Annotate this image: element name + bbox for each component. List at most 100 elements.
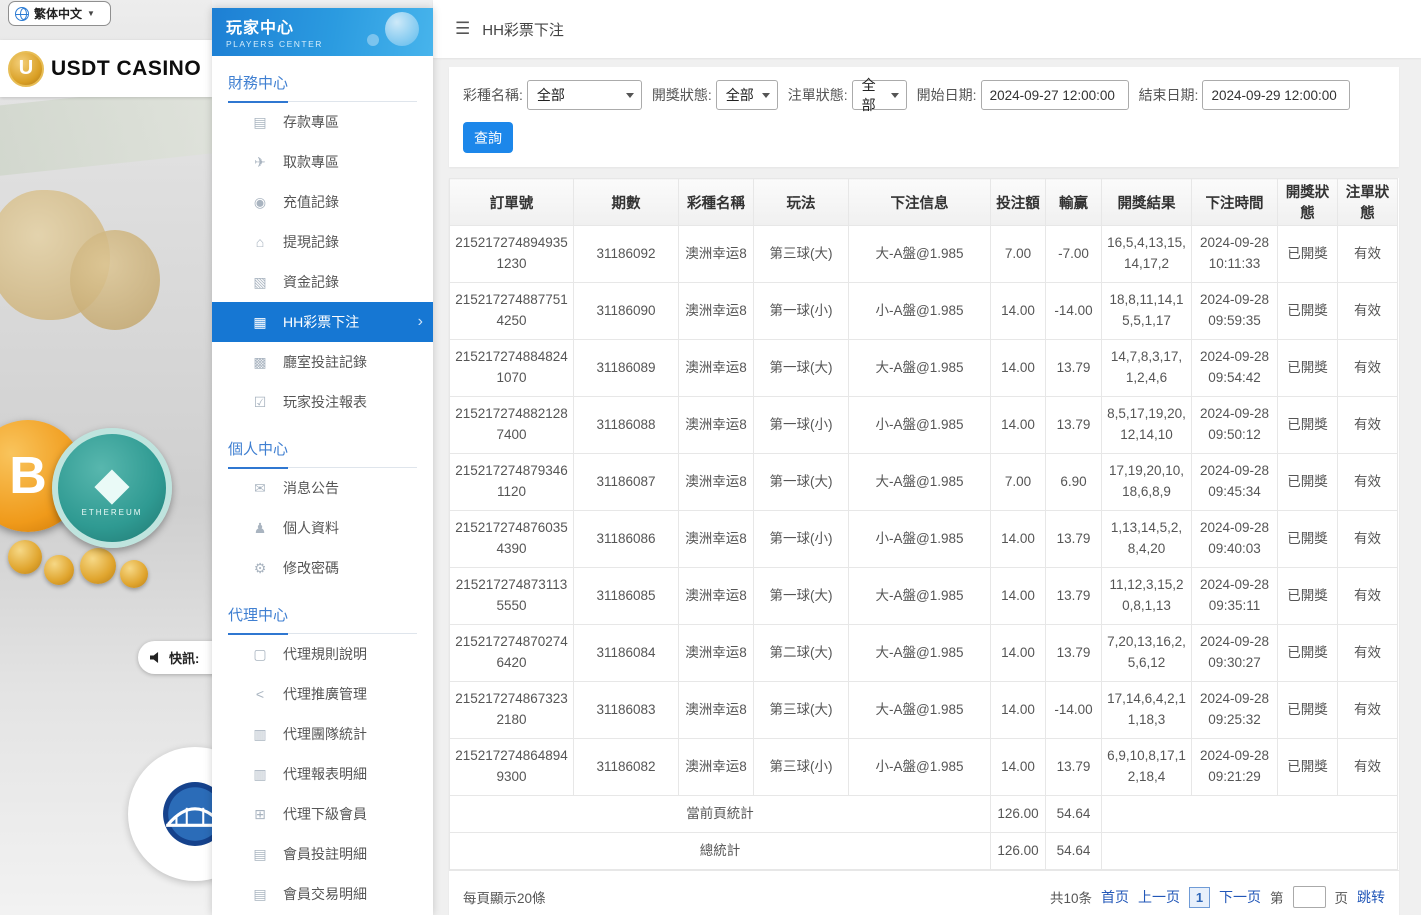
sidebar-item-label: 代理規則說明: [283, 644, 367, 664]
cell-draw-status: 已開獎: [1278, 226, 1338, 283]
column-header-draw-result: 開獎結果: [1102, 179, 1192, 226]
sidebar-item-recharge-records[interactable]: ◉充值記錄: [212, 182, 433, 222]
end-date-label: 結束日期:: [1139, 85, 1199, 105]
sidebar-item-agent-promotion[interactable]: <代理推廣管理: [212, 674, 433, 714]
bridge-logo: [162, 781, 212, 847]
chevron-down-icon: ▼: [87, 9, 95, 18]
sidebar-item-messages[interactable]: ✉消息公告: [212, 468, 433, 508]
sidebar-item-member-trade-detail[interactable]: ▤會員交易明細: [212, 874, 433, 914]
cell-win-loss: -7.00: [1046, 226, 1102, 283]
cell-win-loss: 6.90: [1046, 454, 1102, 511]
cell-order-no: 2152172748793461120: [450, 454, 574, 511]
cell-lottery-name: 澳洲幸运8: [679, 397, 754, 454]
table-row: 215217274882128740031186088澳洲幸运8第一球(小)小-…: [450, 397, 1398, 454]
stats-icon: ▥: [250, 726, 270, 743]
cell-bet-amount: 14.00: [991, 340, 1046, 397]
summary-empty: [1102, 833, 1398, 870]
query-button[interactable]: 查詢: [463, 122, 513, 153]
lottery-name-select[interactable]: 全部: [527, 80, 642, 110]
cell-lottery-name: 澳洲幸运8: [679, 625, 754, 682]
sidebar-item-agent-team-stats[interactable]: ▥代理團隊統計: [212, 714, 433, 754]
table-row: 215217274884824107031186089澳洲幸运8第一球(大)大-…: [450, 340, 1398, 397]
lottery-name-value: 全部: [537, 85, 565, 105]
cell-period: 31186089: [574, 340, 679, 397]
language-selector[interactable]: 繁体中文 ▼: [8, 1, 111, 26]
sidebar-item-fund-records[interactable]: ▧資金記錄: [212, 262, 433, 302]
cell-order-no: 2152172748848241070: [450, 340, 574, 397]
summary-empty: [1102, 796, 1398, 833]
sidebar-item-label: 消息公告: [283, 478, 339, 498]
room-records-icon: ▩: [250, 354, 270, 371]
ethereum-label: ETHEREUM: [82, 508, 143, 517]
sidebar-section-title: 個人中心: [212, 422, 433, 468]
table-row: 215217274867323218031186083澳洲幸运8第三球(大)大-…: [450, 682, 1398, 739]
sidebar-item-room-bet-records[interactable]: ▩廳室投註記錄: [212, 342, 433, 382]
prev-page-link[interactable]: 上一页: [1138, 887, 1180, 907]
cell-order-status: 有效: [1338, 511, 1398, 568]
sidebar-item-member-bet-detail[interactable]: ▤會員投註明細: [212, 834, 433, 874]
cell-period: 31186084: [574, 625, 679, 682]
sidebar-item-change-password[interactable]: ⚙修改密碼: [212, 548, 433, 588]
cell-bet-info: 大-A盤@1.985: [849, 226, 991, 283]
order-status-select[interactable]: 全部: [852, 80, 907, 110]
cell-play-type: 第一球(大): [754, 454, 849, 511]
news-ticker[interactable]: 快訊:: [138, 641, 212, 674]
sidebar-title: 玩家中心: [226, 14, 433, 38]
site-logo[interactable]: U USDT CASINO: [0, 40, 212, 97]
cell-win-loss: 13.79: [1046, 511, 1102, 568]
withdraw-icon: ✈: [250, 154, 270, 171]
cell-draw-result: 17,14,6,4,2,11,18,3: [1102, 682, 1192, 739]
sidebar-item-label: 資金記錄: [283, 272, 339, 292]
cell-draw-result: 16,5,4,13,15,14,17,2: [1102, 226, 1192, 283]
cell-bet-time: 2024-09-28 09:30:27: [1192, 625, 1278, 682]
column-header-win-loss: 輸赢: [1046, 179, 1102, 226]
sidebar-item-player-bet-report[interactable]: ☑玩家投注報表: [212, 382, 433, 422]
cell-period: 31186083: [574, 682, 679, 739]
draw-status-select[interactable]: 全部: [716, 80, 778, 110]
detail-doc-icon: ▤: [250, 846, 270, 863]
total-count: 共10条: [1050, 887, 1092, 907]
summary-row: 總統計126.0054.64: [450, 833, 1398, 870]
end-date-input[interactable]: [1202, 80, 1350, 110]
jump-prefix: 第: [1270, 887, 1284, 907]
jump-button[interactable]: 跳转: [1357, 887, 1385, 907]
cashout-icon: ⌂: [250, 234, 270, 250]
cell-order-no: 2152172748673232180: [450, 682, 574, 739]
site-badge: [128, 747, 212, 881]
sidebar-item-label: 存款專區: [283, 112, 339, 132]
current-page[interactable]: 1: [1189, 887, 1210, 908]
table-row: 215217274894935123031186092澳洲幸运8第三球(大)大-…: [450, 226, 1398, 283]
column-header-bet-amount: 投注額: [991, 179, 1046, 226]
table-row: 215217274887751425031186090澳洲幸运8第一球(小)小-…: [450, 283, 1398, 340]
page-jump-input[interactable]: [1293, 886, 1326, 908]
sidebar-item-hh-lottery-bets[interactable]: ▦HH彩票下注›: [212, 302, 433, 342]
cell-bet-info: 大-A盤@1.985: [849, 625, 991, 682]
cell-bet-info: 小-A盤@1.985: [849, 511, 991, 568]
draw-status-label: 開獎狀態:: [652, 85, 712, 105]
cell-order-no: 2152172748877514250: [450, 283, 574, 340]
user-icon: ♟: [250, 520, 270, 537]
start-date-input[interactable]: [981, 80, 1129, 110]
cell-order-status: 有效: [1338, 283, 1398, 340]
sidebar-item-label: 會員交易明細: [283, 884, 367, 904]
speaker-icon: [150, 651, 163, 664]
start-date-label: 開始日期:: [917, 85, 977, 105]
first-page-link[interactable]: 首页: [1101, 887, 1129, 907]
sidebar-item-agent-report-detail[interactable]: ▥代理報表明細: [212, 754, 433, 794]
sidebar-item-profile[interactable]: ♟個人資料: [212, 508, 433, 548]
sidebar-item-deposit-zone[interactable]: ▤存款專區: [212, 102, 433, 142]
cell-order-status: 有效: [1338, 682, 1398, 739]
menu-toggle-icon[interactable]: ☰: [455, 19, 470, 39]
next-page-link[interactable]: 下一页: [1219, 887, 1261, 907]
lottery-name-label: 彩種名稱:: [463, 85, 523, 105]
sidebar-item-agent-sub-members[interactable]: ⊞代理下級會員: [212, 794, 433, 834]
cell-period: 31186085: [574, 568, 679, 625]
sidebar-item-label: HH彩票下注: [283, 312, 359, 332]
cell-lottery-name: 澳洲幸运8: [679, 283, 754, 340]
chevron-right-icon: ›: [418, 313, 423, 331]
content: 彩種名稱: 全部 開獎狀態: 全部 注單狀態: 全部 開始日期: 結束日期: 查…: [433, 58, 1421, 915]
table-row: 215217274873113555031186085澳洲幸运8第一球(大)大-…: [450, 568, 1398, 625]
sidebar-item-withdraw-zone[interactable]: ✈取款專區: [212, 142, 433, 182]
sidebar-item-agent-rules[interactable]: ▢代理規則說明: [212, 634, 433, 674]
sidebar-item-cashout-records[interactable]: ⌂提現記錄: [212, 222, 433, 262]
